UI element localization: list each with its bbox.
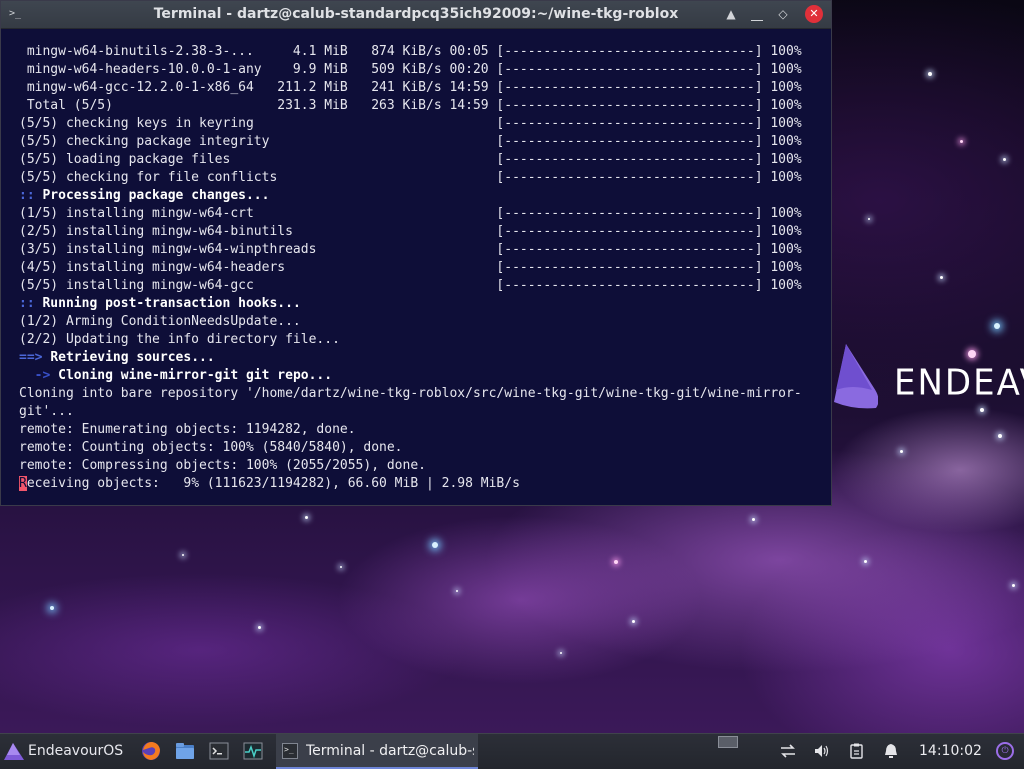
terminal-line: (1/2) Arming ConditionNeedsUpdate... bbox=[19, 314, 301, 329]
terminal-window[interactable]: >_ Terminal - dartz@calub-standardpcq35i… bbox=[0, 0, 832, 506]
terminal-line-prefix: -> bbox=[19, 368, 59, 383]
wallpaper-star bbox=[900, 450, 903, 453]
window-titlebar[interactable]: >_ Terminal - dartz@calub-standardpcq35i… bbox=[1, 1, 831, 29]
terminal-output: mingw-w64-binutils-2.38-3-... 4.1 MiB 87… bbox=[19, 43, 802, 493]
terminal-cursor: R bbox=[19, 476, 27, 491]
window-title: Terminal - dartz@calub-standardpcq35ich9… bbox=[153, 6, 679, 22]
terminal-line: (4/5) installing mingw-w64-headers [----… bbox=[19, 260, 802, 275]
wallpaper-star bbox=[998, 434, 1002, 438]
terminal-line: git'... bbox=[19, 404, 74, 419]
wallpaper-star bbox=[50, 606, 54, 610]
terminal-line: (5/5) loading package files [-----------… bbox=[19, 152, 802, 167]
terminal-line: (2/5) installing mingw-w64-binutils [---… bbox=[19, 224, 802, 239]
wallpaper-star bbox=[994, 323, 1000, 329]
terminal-line: remote: Counting objects: 100% (5840/584… bbox=[19, 440, 403, 455]
terminal-line: (5/5) checking for file conflicts [-----… bbox=[19, 170, 802, 185]
wallpaper-star bbox=[258, 626, 261, 629]
terminal-line: mingw-w64-binutils-2.38-3-... 4.1 MiB 87… bbox=[19, 44, 802, 59]
taskbar-terminal-task[interactable]: >_ Terminal - dartz@calub-st... bbox=[276, 734, 478, 769]
terminal-line-text: Running post-transaction hooks... bbox=[42, 296, 301, 311]
clock[interactable]: 14:10:02 bbox=[919, 743, 982, 759]
terminal-line: :: Running post-transaction hooks... bbox=[19, 295, 802, 313]
terminal-icon: >_ bbox=[282, 743, 298, 759]
wallpaper-star bbox=[940, 276, 943, 279]
endeavouros-logo-icon bbox=[834, 344, 878, 409]
maximize-button[interactable]: ◇ bbox=[773, 5, 793, 23]
applications-menu-button[interactable]: EndeavourOS bbox=[0, 734, 123, 769]
notification-icon[interactable] bbox=[882, 742, 900, 760]
terminal-line: mingw-w64-headers-10.0.0-1-any 9.9 MiB 5… bbox=[19, 62, 802, 77]
firefox-icon[interactable] bbox=[140, 740, 162, 762]
terminal-line: :: Processing package changes... bbox=[19, 187, 802, 205]
endeavouros-logo-text: ENDEAVOUR bbox=[894, 362, 1024, 404]
applications-menu-label: EndeavourOS bbox=[28, 743, 124, 759]
terminal-line: remote: Enumerating objects: 1194282, do… bbox=[19, 422, 356, 437]
wallpaper-star bbox=[960, 140, 963, 143]
terminal-line: mingw-w64-gcc-12.2.0-1-x86_64 211.2 MiB … bbox=[19, 80, 802, 95]
taskbar: EndeavourOS >_ Terminal - dartz@calub-st… bbox=[0, 733, 1024, 769]
logout-icon[interactable]: ⏻ bbox=[996, 742, 1014, 760]
terminal-line-prefix: ==> bbox=[19, 350, 51, 365]
wallpaper-star bbox=[1003, 158, 1006, 161]
terminal-line-prefix: :: bbox=[19, 188, 43, 203]
terminal-output-area[interactable]: mingw-w64-binutils-2.38-3-... 4.1 MiB 87… bbox=[1, 29, 831, 505]
terminal-line: Cloning into bare repository '/home/dart… bbox=[19, 386, 802, 401]
wallpaper-star bbox=[632, 620, 635, 623]
wallpaper-star bbox=[560, 652, 562, 654]
wallpaper-star bbox=[868, 218, 870, 220]
terminal-line: Receiving objects: 9% (111623/1194282), … bbox=[19, 475, 802, 493]
wallpaper-star bbox=[614, 560, 618, 564]
terminal-line: (5/5) checking package integrity [------… bbox=[19, 134, 802, 149]
terminal-line: remote: Compressing objects: 100% (2055/… bbox=[19, 458, 426, 473]
system-monitor-icon[interactable] bbox=[242, 740, 264, 762]
terminal-line: (2/2) Updating the info directory file..… bbox=[19, 332, 340, 347]
wallpaper-star bbox=[864, 560, 867, 563]
endeavouros-desktop-logo: ENDEAVOUR bbox=[830, 335, 1024, 415]
minimize-button[interactable]: ⎽ bbox=[747, 5, 767, 23]
volume-icon[interactable] bbox=[813, 742, 831, 760]
terminal-line: -> Cloning wine-mirror-git git repo... bbox=[19, 367, 802, 385]
workspace-1[interactable] bbox=[718, 736, 738, 748]
terminal-line-text: Processing package changes... bbox=[42, 188, 270, 203]
workspace-pager[interactable] bbox=[716, 734, 764, 769]
close-button[interactable]: ✕ bbox=[805, 5, 823, 23]
terminal-line-text: eceiving objects: 9% (111623/1194282), 6… bbox=[26, 476, 520, 491]
shade-window-button[interactable]: ▲ bbox=[721, 5, 741, 23]
clipboard-icon[interactable] bbox=[848, 742, 866, 760]
terminal-line-prefix: :: bbox=[19, 296, 43, 311]
wallpaper-star bbox=[432, 542, 438, 548]
terminal-line: (5/5) checking keys in keyring [--------… bbox=[19, 116, 802, 131]
wallpaper-star bbox=[1012, 584, 1015, 587]
wallpaper-star bbox=[182, 554, 184, 556]
network-icon[interactable] bbox=[779, 742, 797, 760]
terminal-line-text: Retrieving sources... bbox=[50, 350, 215, 365]
wallpaper-star bbox=[928, 72, 932, 76]
terminal-line: (1/5) installing mingw-w64-crt [--------… bbox=[19, 206, 802, 221]
endeavouros-menu-icon bbox=[4, 743, 24, 760]
wallpaper-star bbox=[340, 566, 342, 568]
file-manager-icon[interactable] bbox=[174, 740, 196, 762]
wallpaper-star bbox=[456, 590, 458, 592]
terminal-line: (3/5) installing mingw-w64-winpthreads [… bbox=[19, 242, 802, 257]
taskbar-task-label: Terminal - dartz@calub-st... bbox=[306, 743, 474, 759]
wallpaper-star bbox=[752, 518, 755, 521]
terminal-line: ==> Retrieving sources... bbox=[19, 349, 802, 367]
terminal-line-text: Cloning wine-mirror-git git repo... bbox=[58, 368, 333, 383]
terminal-line: Total (5/5) 231.3 MiB 263 KiB/s 14:59 [-… bbox=[19, 98, 802, 113]
terminal-icon[interactable] bbox=[208, 740, 230, 762]
terminal-line: (5/5) installing mingw-w64-gcc [--------… bbox=[19, 278, 802, 293]
wallpaper-star bbox=[305, 516, 308, 519]
